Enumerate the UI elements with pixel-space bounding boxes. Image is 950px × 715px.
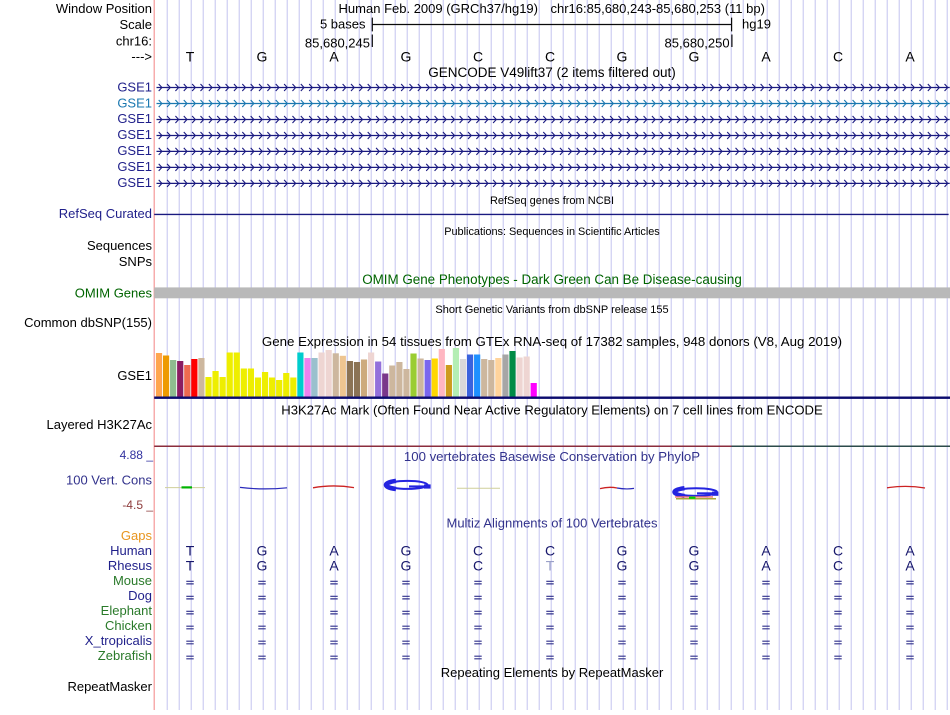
svg-text:Rhesus: Rhesus bbox=[108, 558, 153, 573]
svg-text:C: C bbox=[833, 48, 843, 64]
svg-text:GSE1: GSE1 bbox=[117, 95, 152, 110]
svg-text:G: G bbox=[617, 543, 628, 559]
svg-text:T: T bbox=[186, 558, 195, 574]
svg-text:C: C bbox=[473, 558, 483, 574]
svg-text:G: G bbox=[617, 48, 628, 64]
svg-text:OMIM Genes: OMIM Genes bbox=[75, 286, 153, 301]
svg-text:Gaps: Gaps bbox=[121, 528, 153, 543]
svg-text:Short Genetic Variants from db: Short Genetic Variants from dbSNP releas… bbox=[435, 304, 668, 316]
svg-text:G: G bbox=[689, 543, 700, 559]
svg-text:A: A bbox=[329, 558, 339, 574]
svg-text:-4.5 _: -4.5 _ bbox=[122, 498, 153, 512]
svg-text:T: T bbox=[186, 543, 195, 559]
svg-text:C: C bbox=[473, 543, 483, 559]
svg-text:Chicken: Chicken bbox=[105, 618, 152, 633]
svg-text:A: A bbox=[761, 558, 771, 574]
svg-text:Repeating Elements by RepeatMa: Repeating Elements by RepeatMasker bbox=[441, 665, 664, 680]
svg-text:RepeatMasker: RepeatMasker bbox=[67, 679, 152, 694]
svg-text:GSE1: GSE1 bbox=[117, 111, 152, 126]
svg-text:G: G bbox=[257, 48, 268, 64]
svg-text:GSE1: GSE1 bbox=[117, 368, 152, 383]
svg-text:RefSeq Curated: RefSeq Curated bbox=[59, 206, 152, 221]
svg-text:GSE1: GSE1 bbox=[117, 143, 152, 158]
svg-text:G: G bbox=[617, 558, 628, 574]
svg-text:C: C bbox=[833, 558, 843, 574]
svg-text:X_tropicalis: X_tropicalis bbox=[85, 633, 153, 648]
svg-text:C: C bbox=[545, 543, 555, 559]
svg-text:G: G bbox=[257, 558, 268, 574]
svg-text:T: T bbox=[186, 48, 195, 64]
svg-text:100 Vert. Cons: 100 Vert. Cons bbox=[66, 473, 152, 488]
svg-text:hg19: hg19 bbox=[742, 17, 771, 32]
svg-text:--->: ---> bbox=[131, 49, 152, 64]
svg-text:Window Position: Window Position bbox=[56, 1, 152, 16]
svg-text:A: A bbox=[905, 543, 915, 559]
svg-text:chr16:: chr16: bbox=[116, 34, 152, 49]
svg-text:Zebrafish: Zebrafish bbox=[98, 648, 152, 663]
svg-text:G: G bbox=[401, 558, 412, 574]
svg-text:A: A bbox=[329, 48, 339, 64]
svg-text:Publications: Sequences in Sci: Publications: Sequences in Scientific Ar… bbox=[444, 226, 660, 238]
svg-text:GSE1: GSE1 bbox=[117, 159, 152, 174]
svg-text:G: G bbox=[689, 48, 700, 64]
svg-text:G: G bbox=[689, 558, 700, 574]
svg-text:A: A bbox=[761, 48, 771, 64]
svg-text:C: C bbox=[473, 48, 483, 64]
svg-text:GENCODE V49lift37 (2 items fil: GENCODE V49lift37 (2 items filtered out) bbox=[428, 65, 676, 80]
svg-text:GSE1: GSE1 bbox=[117, 79, 152, 94]
svg-text:Multiz Alignments of 100 Verte: Multiz Alignments of 100 Vertebrates bbox=[446, 516, 658, 531]
svg-text:4.88 _: 4.88 _ bbox=[120, 448, 154, 462]
svg-text:GSE1: GSE1 bbox=[117, 175, 152, 190]
svg-text:OMIM Gene Phenotypes - Dark Gr: OMIM Gene Phenotypes - Dark Green Can Be… bbox=[362, 272, 742, 287]
svg-text:H3K27Ac Mark (Often Found Near: H3K27Ac Mark (Often Found Near Active Re… bbox=[281, 403, 823, 418]
svg-text:G: G bbox=[401, 543, 412, 559]
svg-text:5 bases: 5 bases bbox=[320, 17, 366, 32]
svg-text:RefSeq genes from NCBI: RefSeq genes from NCBI bbox=[490, 195, 614, 207]
svg-text:Elephant: Elephant bbox=[101, 603, 153, 618]
svg-text:Gene Expression in 54 tissues: Gene Expression in 54 tissues from GTEx … bbox=[262, 334, 842, 349]
svg-text:Human: Human bbox=[110, 543, 152, 558]
svg-text:Human Feb. 2009 (GRCh37/hg19): Human Feb. 2009 (GRCh37/hg19) bbox=[339, 1, 538, 16]
svg-text:G: G bbox=[257, 543, 268, 559]
svg-text:Scale: Scale bbox=[119, 17, 152, 32]
svg-text:Layered H3K27Ac: Layered H3K27Ac bbox=[46, 417, 152, 432]
svg-text:A: A bbox=[761, 543, 771, 559]
svg-text:T: T bbox=[546, 558, 555, 574]
svg-text:Sequences: Sequences bbox=[87, 238, 153, 253]
svg-text:Dog: Dog bbox=[128, 588, 152, 603]
svg-text:SNPs: SNPs bbox=[119, 254, 153, 269]
svg-text:A: A bbox=[905, 558, 915, 574]
svg-text:A: A bbox=[905, 48, 915, 64]
svg-text:100 vertebrates Basewise Conse: 100 vertebrates Basewise Conservation by… bbox=[404, 449, 700, 464]
svg-text:G: G bbox=[401, 48, 412, 64]
svg-text:chr16:85,680,243-85,680,253 (1: chr16:85,680,243-85,680,253 (11 bp) bbox=[551, 1, 765, 16]
svg-text:A: A bbox=[329, 543, 339, 559]
svg-text:C: C bbox=[545, 48, 555, 64]
svg-text:GSE1: GSE1 bbox=[117, 127, 152, 142]
svg-text:Mouse: Mouse bbox=[113, 573, 152, 588]
svg-text:Common dbSNP(155): Common dbSNP(155) bbox=[24, 315, 152, 330]
svg-text:C: C bbox=[833, 543, 843, 559]
